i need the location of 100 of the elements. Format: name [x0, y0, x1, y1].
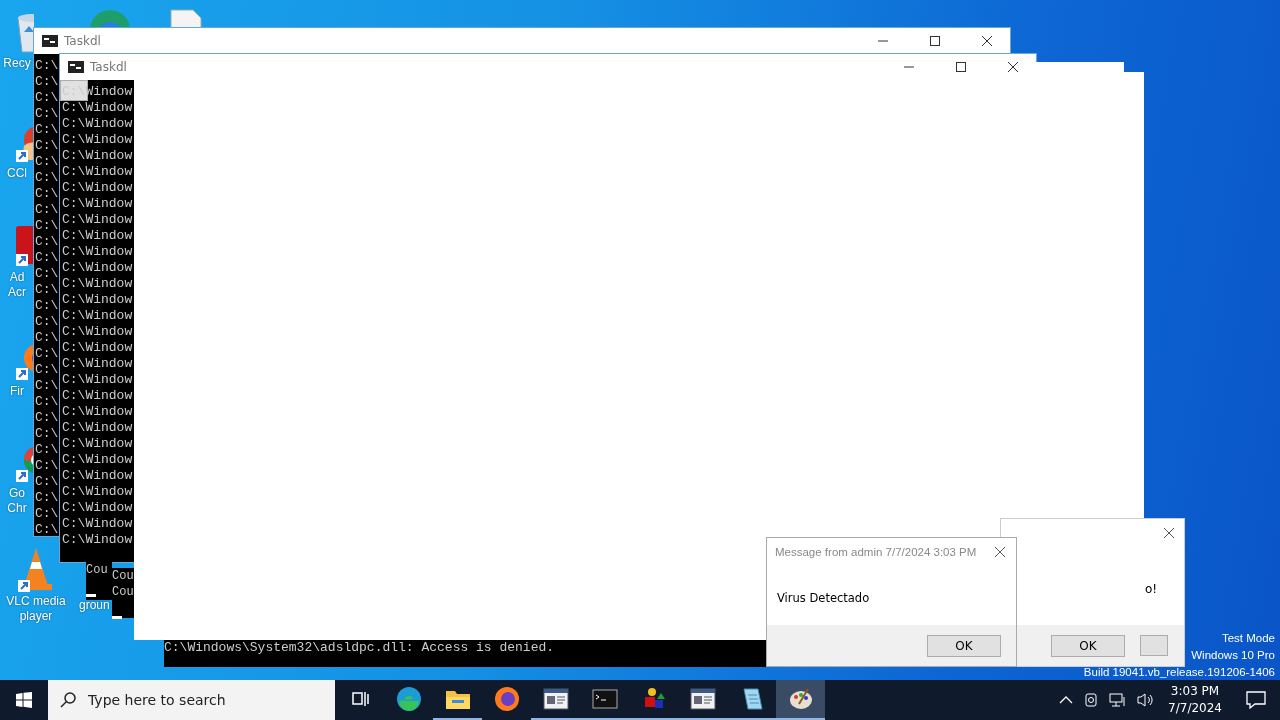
system-notice: Build 19041.vb_release.191206-1406: [1083, 665, 1275, 680]
console-line: C:\Window: [62, 116, 133, 132]
console-line: C:\Window: [62, 468, 133, 484]
console-line: C:\Windows\System32\adsldpc.dll: Access is denied.: [164, 640, 555, 656]
console-line: Cou: [86, 562, 108, 578]
console-line: Cou: [112, 568, 134, 584]
console-line: C:\Window: [62, 132, 133, 148]
folder-icon: [444, 688, 471, 710]
windows-logo-icon: [16, 692, 32, 708]
maximize-icon[interactable]: [930, 36, 940, 46]
close-icon[interactable]: [1163, 527, 1175, 539]
clock-date: 7/7/2024: [1168, 700, 1222, 717]
console-line: C:\Window: [62, 148, 133, 164]
maximize-icon[interactable]: [956, 62, 966, 72]
ok-button[interactable]: OK: [1051, 634, 1125, 657]
console-line: C:\: [35, 426, 59, 442]
console-line: C:\: [35, 506, 59, 522]
console-line: C:\Window: [62, 388, 133, 404]
console-line: C:\Window: [62, 308, 133, 324]
console-line: C:\: [35, 330, 59, 346]
desktop-icon-label: VLC media player: [6, 594, 66, 624]
console-line: C:\: [35, 218, 59, 234]
console-line: C:\: [35, 106, 59, 122]
console-line: C:\: [35, 442, 59, 458]
console-line: C:\Window: [62, 244, 133, 260]
console-icon: [68, 61, 84, 73]
console-line: C:\: [35, 378, 59, 394]
speaker-icon[interactable]: [1137, 692, 1156, 708]
console-line: C:\: [35, 58, 59, 74]
console-line: C:\: [35, 266, 59, 282]
palette-icon: [787, 686, 814, 712]
desktop-icon-label: Fir: [10, 384, 24, 399]
console-line: C:\Window: [62, 532, 133, 548]
app-window-icon: [542, 688, 569, 710]
close-icon[interactable]: [1008, 62, 1018, 72]
console-line: C:\Window: [62, 196, 133, 212]
console-line: C:\Window: [62, 372, 133, 388]
pdf-reader-icon[interactable]: [16, 224, 34, 268]
console-icon: [42, 35, 58, 47]
console-line: C:\Window: [62, 292, 133, 308]
desktop-icon-label: groun: [79, 598, 110, 613]
console-line: C:\Window: [62, 212, 133, 228]
console-line: C:\: [35, 186, 59, 202]
search-field[interactable]: Type here to search: [48, 680, 335, 720]
console-line: C:\Window: [62, 324, 133, 340]
search-icon: [60, 692, 76, 708]
message-text: Virus Detectado: [776, 590, 871, 607]
clock-time: 3:03 PM: [1169, 683, 1221, 700]
console-line: C:\: [35, 90, 59, 106]
console-line: C:\: [35, 282, 59, 298]
taskbar-app-button[interactable]: [776, 680, 825, 720]
console-line: C:\Window: [62, 100, 133, 116]
system-notice: Windows 10 Pro: [1191, 648, 1275, 663]
console-line: Cou: [112, 584, 134, 600]
close-icon[interactable]: [982, 36, 992, 46]
console-line: C:\Window: [62, 180, 133, 196]
console-line: C:\: [35, 154, 59, 170]
close-icon[interactable]: [994, 546, 1006, 558]
clock[interactable]: 3:03 PM 7/7/2024: [1160, 683, 1230, 717]
console-line: C:\: [35, 474, 59, 490]
dialog-title: Message from admin 7/7/2024 3:03 PM: [775, 546, 977, 558]
console-line: C:\: [35, 522, 59, 538]
console-line: C:\: [35, 346, 59, 362]
system-notice: Test Mode: [1221, 631, 1275, 646]
task-view-icon: [349, 689, 370, 709]
console-line: C:\: [35, 362, 59, 378]
terminal-icon: [591, 689, 618, 709]
console-line: C:\: [35, 122, 59, 138]
console-line: C:\Window: [62, 452, 133, 468]
console-line: C:\: [35, 490, 59, 506]
console-line: C:\: [35, 138, 59, 154]
console-line: C:\Window: [62, 276, 133, 292]
console-line: C:\Window: [62, 500, 133, 516]
console-line: C:\: [35, 250, 59, 266]
console-line: C:\Window: [62, 260, 133, 276]
device-icon[interactable]: [1083, 692, 1100, 708]
console-line: C:\Window: [62, 356, 133, 372]
notification-icon[interactable]: [1246, 691, 1266, 709]
console-line: C:\Window: [62, 228, 133, 244]
console-line: C:\Window: [62, 404, 133, 420]
network-icon[interactable]: [1109, 692, 1128, 708]
console-line: C:\: [35, 394, 59, 410]
desktop-icon-label: Ad Acr: [8, 270, 26, 300]
console-line: C:\Window: [62, 484, 133, 500]
console-line: C:\: [35, 458, 59, 474]
app-window-icon: [689, 688, 716, 710]
ok-button[interactable]: OK: [927, 634, 1001, 657]
message-text: o!: [1145, 582, 1158, 596]
desktop-icon-label: Recy: [3, 56, 31, 71]
console-line: C:\: [35, 74, 59, 90]
console-line: C:\Window: [62, 420, 133, 436]
console-line: C:\Window: [62, 164, 133, 180]
window-title: Taskdl: [90, 60, 127, 74]
console-line: C:\Window: [62, 340, 133, 356]
console-line: C:\: [35, 314, 59, 330]
console-line: C:\: [35, 202, 59, 218]
console-line: C:\: [35, 410, 59, 426]
desktop-icon-label: CCl: [7, 166, 27, 181]
console-line: C:\: [35, 234, 59, 250]
chevron-up-icon[interactable]: [1059, 695, 1074, 705]
